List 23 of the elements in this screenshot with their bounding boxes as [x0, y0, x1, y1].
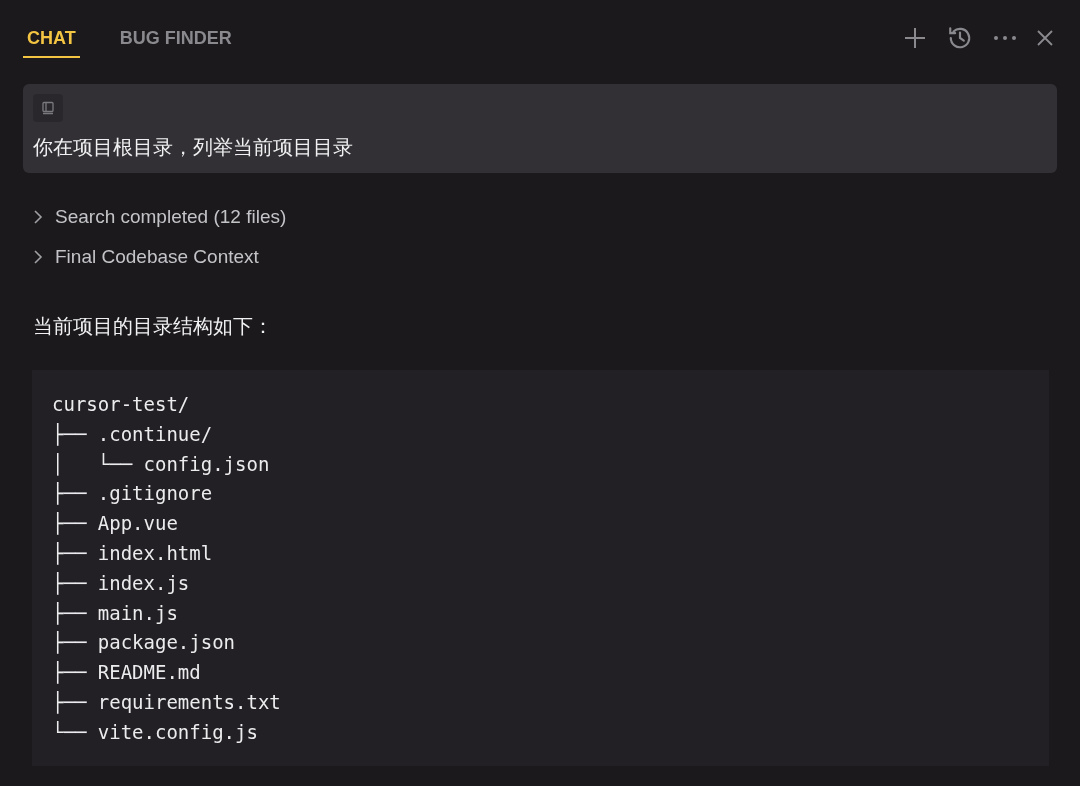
code-line: ├── .continue/: [52, 421, 213, 448]
code-line: │ └── config.json: [52, 451, 270, 478]
code-line: ├── README.md: [52, 660, 201, 686]
code-line: ├── package.json: [52, 630, 236, 656]
disclosure-item[interactable]: Final Codebase Context: [33, 243, 259, 271]
answer-text: 当前项目的目录结构如下：: [32, 314, 274, 339]
close-icon[interactable]: [1037, 30, 1053, 46]
code-line: ├── App.vue: [52, 511, 178, 537]
code-line: cursor-test/: [52, 392, 190, 417]
code-line: └── vite.config.js: [52, 719, 258, 745]
tab[interactable]: CHAT: [23, 22, 80, 58]
code-line: ├── main.js: [52, 600, 178, 627]
code-line: ├── requirements.txt: [52, 689, 281, 716]
plus-icon[interactable]: [903, 26, 927, 50]
document-icon[interactable]: [33, 94, 63, 122]
code-line: ├── .gitignore: [52, 481, 213, 507]
more-icon[interactable]: [993, 35, 1017, 41]
message-text: 你在项目根目录，列举当前项目目录: [33, 135, 354, 160]
code-line: ├── index.js: [52, 570, 190, 597]
disclosure-item[interactable]: Search completed (12 files): [33, 203, 287, 231]
code-line: ├── index.html: [52, 541, 213, 567]
history-icon[interactable]: [947, 25, 973, 51]
tab[interactable]: BUG FINDER: [115, 22, 236, 58]
